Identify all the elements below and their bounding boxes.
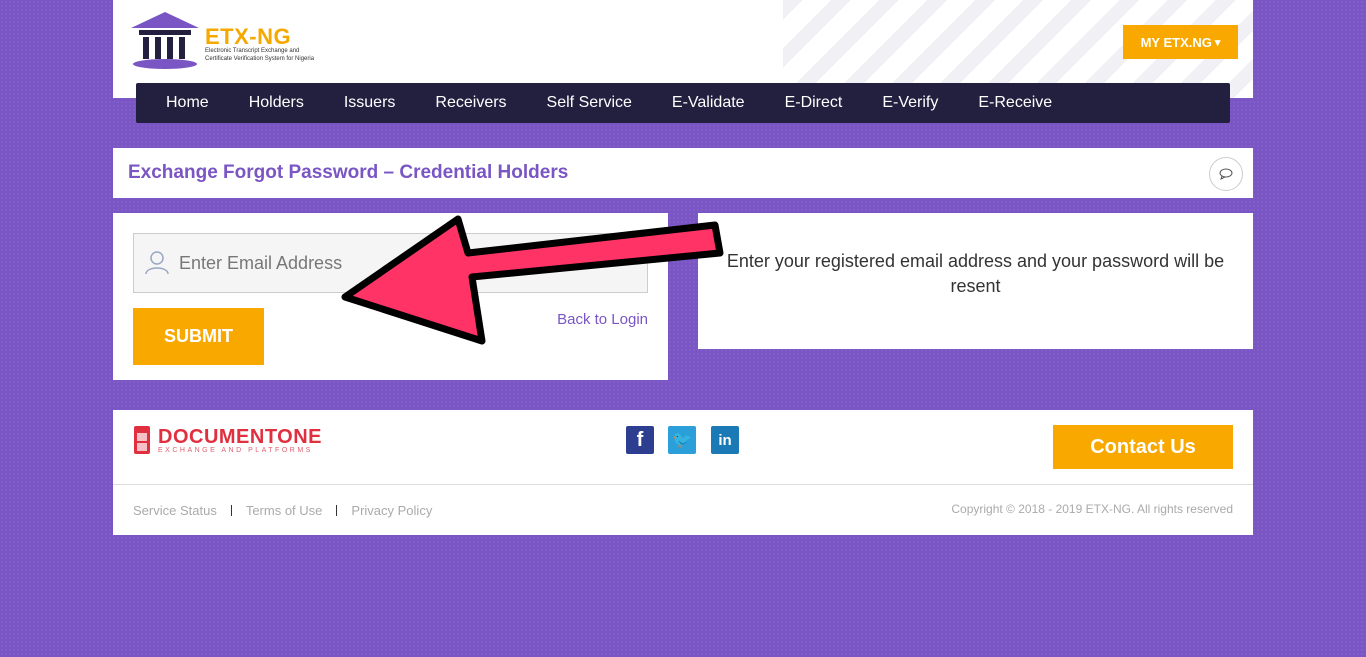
footer-link-terms-of-use[interactable]: Terms of Use xyxy=(246,503,323,518)
caret-down-icon: ▾ xyxy=(1214,36,1221,49)
main-nav: Home Holders Issuers Receivers Self Serv… xyxy=(136,83,1230,123)
divider xyxy=(336,505,338,516)
nav-item-holders[interactable]: Holders xyxy=(229,83,324,123)
divider xyxy=(230,505,232,516)
nav-item-e-validate[interactable]: E-Validate xyxy=(652,83,765,123)
info-panel: Enter your registered email address and … xyxy=(698,213,1253,349)
annotation-arrow-icon xyxy=(341,215,724,345)
nav-item-e-receive[interactable]: E-Receive xyxy=(958,83,1072,123)
info-text: Enter your registered email address and … xyxy=(726,251,1225,296)
footer-link-service-status[interactable]: Service Status xyxy=(133,503,217,518)
site-footer: DOCUMENTONE EXCHANGE AND PLATFORMS f 🐦 i… xyxy=(113,410,1253,535)
user-icon xyxy=(145,251,169,275)
linkedin-icon[interactable]: in xyxy=(711,426,739,454)
logo-subtitle: Certificate Verification System for Nige… xyxy=(205,56,315,62)
logo-text: ETX-NG xyxy=(205,24,292,49)
nav-item-issuers[interactable]: Issuers xyxy=(324,83,416,123)
university-building-icon xyxy=(131,12,199,69)
documentone-logo[interactable]: DOCUMENTONE EXCHANGE AND PLATFORMS xyxy=(133,425,323,457)
footer-link-privacy-policy[interactable]: Privacy Policy xyxy=(351,503,432,518)
etx-logo[interactable]: ETX-NG Electronic Transcript Exchange an… xyxy=(129,10,349,70)
my-account-label: MY ETX.NG xyxy=(1140,34,1212,50)
submit-button[interactable]: SUBMIT xyxy=(133,308,264,365)
partner-tagline: EXCHANGE AND PLATFORMS xyxy=(158,447,313,454)
nav-item-e-direct[interactable]: E-Direct xyxy=(765,83,863,123)
nav-item-receivers[interactable]: Receivers xyxy=(415,83,526,123)
footer-links: Service Status Terms of Use Privacy Poli… xyxy=(133,503,432,518)
facebook-icon[interactable]: f xyxy=(626,426,654,454)
page-title-bar: Exchange Forgot Password – Credential Ho… xyxy=(113,148,1253,198)
contact-us-button[interactable]: Contact Us xyxy=(1053,425,1233,469)
nav-item-e-verify[interactable]: E-Verify xyxy=(862,83,958,123)
comment-button[interactable] xyxy=(1209,157,1243,191)
phone-booth-icon xyxy=(134,426,150,454)
logo-subtitle: Electronic Transcript Exchange and xyxy=(205,48,300,54)
footer-divider xyxy=(113,484,1253,485)
partner-name: DOCUMENTONE xyxy=(158,426,323,448)
nav-item-self-service[interactable]: Self Service xyxy=(527,83,652,123)
comment-icon xyxy=(1219,168,1233,180)
page-title: Exchange Forgot Password – Credential Ho… xyxy=(128,162,569,183)
copyright-text: Copyright © 2018 - 2019 ETX-NG. All righ… xyxy=(951,502,1233,516)
my-account-dropdown-button[interactable]: MY ETX.NG ▾ xyxy=(1123,25,1238,59)
twitter-icon[interactable]: 🐦 xyxy=(668,426,696,454)
nav-item-home[interactable]: Home xyxy=(146,83,229,123)
